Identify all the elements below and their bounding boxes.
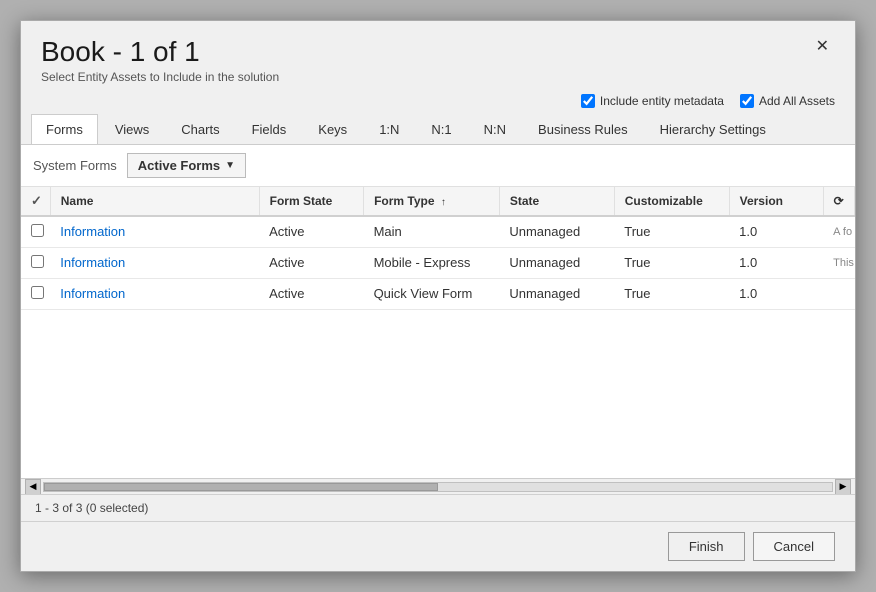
row-customizable: True — [614, 216, 729, 248]
row-form-state: Active — [259, 278, 363, 309]
sort-icon: ↑ — [441, 197, 446, 208]
row-state: Unmanaged — [499, 247, 614, 278]
close-button[interactable]: ✕ — [810, 37, 835, 57]
row-extra — [823, 278, 854, 309]
dropdown-label: Active Forms — [138, 158, 220, 173]
col-form-type[interactable]: Form Type ↑ — [364, 187, 500, 216]
main-dialog: Book - 1 of 1 Select Entity Assets to In… — [20, 20, 856, 572]
include-metadata-checkbox[interactable] — [581, 94, 595, 108]
scroll-track[interactable] — [43, 482, 833, 492]
cancel-button[interactable]: Cancel — [753, 532, 835, 561]
footer: Finish Cancel — [21, 521, 855, 571]
col-check: ✓ — [21, 187, 50, 216]
col-state[interactable]: State — [499, 187, 614, 216]
header-options: Include entity metadata Add All Assets — [21, 88, 855, 114]
col-form-state[interactable]: Form State — [259, 187, 363, 216]
row-version: 1.0 — [729, 278, 823, 309]
table-container: ✓ Name Form State Form Type ↑ State Cust… — [21, 187, 855, 478]
row-check[interactable] — [21, 278, 50, 309]
tab-charts[interactable]: Charts — [166, 114, 234, 144]
table-header-row: ✓ Name Form State Form Type ↑ State Cust… — [21, 187, 855, 216]
row-check[interactable] — [21, 247, 50, 278]
tab-forms[interactable]: Forms — [31, 114, 98, 144]
row-state: Unmanaged — [499, 278, 614, 309]
col-name[interactable]: Name — [50, 187, 259, 216]
title-section: Book - 1 of 1 Select Entity Assets to In… — [41, 37, 279, 84]
table-row: Information Active Quick View Form Unman… — [21, 278, 855, 309]
status-text: 1 - 3 of 3 (0 selected) — [35, 501, 148, 515]
tab-nn[interactable]: N:N — [469, 114, 521, 144]
tab-keys[interactable]: Keys — [303, 114, 362, 144]
row-form-type: Quick View Form — [364, 278, 500, 309]
include-metadata-label: Include entity metadata — [600, 94, 724, 108]
horizontal-scrollbar[interactable]: ◀ ▶ — [21, 478, 855, 494]
scroll-left-arrow[interactable]: ◀ — [25, 479, 41, 495]
table-body: Information Active Main Unmanaged True 1… — [21, 216, 855, 310]
content-area: System Forms Active Forms ▼ ✓ Name Form … — [21, 145, 855, 494]
title-bar: Book - 1 of 1 Select Entity Assets to In… — [21, 21, 855, 88]
row-name[interactable]: Information — [50, 216, 259, 248]
finish-button[interactable]: Finish — [668, 532, 745, 561]
dialog-title: Book - 1 of 1 — [41, 37, 279, 68]
row-customizable: True — [614, 247, 729, 278]
row-name[interactable]: Information — [50, 278, 259, 309]
col-extra: ⟳ — [823, 187, 854, 216]
row-name[interactable]: Information — [50, 247, 259, 278]
tab-business-rules[interactable]: Business Rules — [523, 114, 643, 144]
row-version: 1.0 — [729, 216, 823, 248]
tab-hierarchy-settings[interactable]: Hierarchy Settings — [645, 114, 781, 144]
active-forms-dropdown[interactable]: Active Forms ▼ — [127, 153, 246, 178]
status-bar: 1 - 3 of 3 (0 selected) — [21, 494, 855, 521]
include-metadata-option[interactable]: Include entity metadata — [581, 94, 724, 108]
row-customizable: True — [614, 278, 729, 309]
row-form-type: Main — [364, 216, 500, 248]
add-all-assets-option[interactable]: Add All Assets — [740, 94, 835, 108]
tabs-bar: Forms Views Charts Fields Keys 1:N N:1 N… — [21, 114, 855, 145]
row-form-state: Active — [259, 247, 363, 278]
col-version[interactable]: Version — [729, 187, 823, 216]
row-state: Unmanaged — [499, 216, 614, 248]
tab-1n[interactable]: 1:N — [364, 114, 414, 144]
scroll-thumb[interactable] — [44, 483, 438, 491]
row-form-state: Active — [259, 216, 363, 248]
row-check[interactable] — [21, 216, 50, 248]
add-all-assets-checkbox[interactable] — [740, 94, 754, 108]
table-row: Information Active Mobile - Express Unma… — [21, 247, 855, 278]
subheader: System Forms Active Forms ▼ — [21, 145, 855, 187]
chevron-down-icon: ▼ — [225, 160, 235, 171]
row-form-type: Mobile - Express — [364, 247, 500, 278]
system-forms-label: System Forms — [33, 158, 117, 173]
forms-table: ✓ Name Form State Form Type ↑ State Cust… — [21, 187, 855, 310]
row-extra: This — [823, 247, 854, 278]
scroll-right-arrow[interactable]: ▶ — [835, 479, 851, 495]
tab-views[interactable]: Views — [100, 114, 164, 144]
tab-n1[interactable]: N:1 — [416, 114, 466, 144]
row-extra: A fo — [823, 216, 854, 248]
col-customizable[interactable]: Customizable — [614, 187, 729, 216]
table-row: Information Active Main Unmanaged True 1… — [21, 216, 855, 248]
row-version: 1.0 — [729, 247, 823, 278]
tab-fields[interactable]: Fields — [237, 114, 302, 144]
dialog-subtitle: Select Entity Assets to Include in the s… — [41, 70, 279, 84]
add-all-assets-label: Add All Assets — [759, 94, 835, 108]
